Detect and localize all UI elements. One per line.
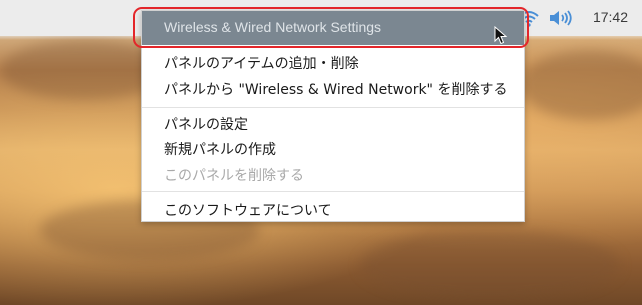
- menu-item-about-software[interactable]: このソフトウェアについて: [164, 200, 332, 220]
- menu-item-remove-from-panel[interactable]: パネルから "Wireless & Wired Network" を削除する: [164, 79, 507, 99]
- menu-item-create-new-panel[interactable]: 新規パネルの作成: [164, 139, 276, 159]
- wallpaper-cloud: [360, 230, 620, 300]
- volume-icon[interactable]: [548, 9, 574, 27]
- mouse-cursor-icon: [494, 26, 508, 45]
- menu-separator: [142, 191, 524, 192]
- menu-item-add-remove-panel-items[interactable]: パネルのアイテムの追加・削除: [164, 53, 359, 73]
- wallpaper-cloud: [520, 50, 642, 120]
- menu-separator: [142, 107, 524, 108]
- highlight-annotation: [133, 7, 529, 48]
- menu-item-delete-this-panel: このパネルを削除する: [164, 168, 304, 184]
- menu-item-panel-settings[interactable]: パネルの設定: [164, 114, 248, 134]
- clock[interactable]: 17:42: [593, 9, 628, 25]
